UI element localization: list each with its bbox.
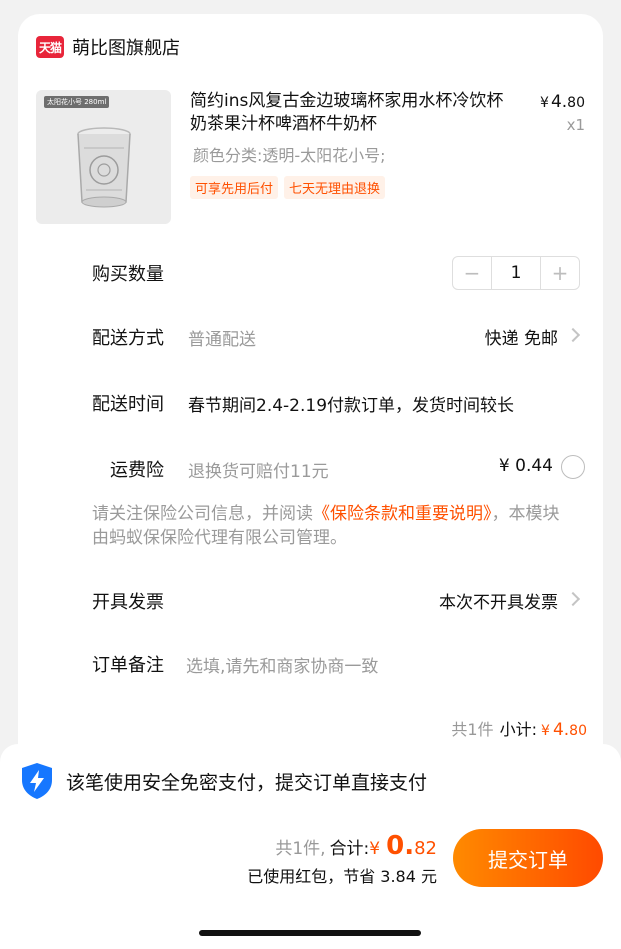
tmall-logo: 天猫: [36, 36, 64, 58]
shield-lightning-icon: [22, 763, 52, 799]
total-decimal: 82: [414, 838, 437, 859]
subtotal-currency: ¥: [541, 723, 550, 739]
subtotal-label: 小计:: [499, 720, 538, 739]
delivery-method-value[interactable]: 普通配送: [188, 325, 256, 350]
insurance-price: ¥ 0.44: [498, 456, 553, 476]
insurance-radio[interactable]: [561, 455, 585, 479]
total-currency: ¥: [369, 839, 381, 859]
chevron-right-icon[interactable]: [565, 591, 581, 607]
insurance-notice: 请关注保险公司信息，并阅读《保险条款和重要说明》，本模块由蚂蚁保保险代理有限公司…: [92, 502, 572, 550]
subtotal: 共1件 小计: ¥4.80: [451, 716, 587, 740]
tag-return: 七天无理由退换: [284, 176, 386, 199]
submit-order-button[interactable]: 提交订单: [453, 829, 603, 887]
subtotal-decimal: 80: [569, 723, 587, 739]
total-count: 共1件,: [275, 839, 326, 859]
glass-illustration: [77, 127, 131, 208]
delivery-time-value: 春节期间2.4-2.19付款订单，发货时间较长: [188, 396, 515, 416]
product-title[interactable]: 简约ins风复古金边玻璃杯家用水杯冷饮杯奶茶果汁杯啤酒杯牛奶杯: [190, 90, 510, 136]
price-currency: ¥: [540, 95, 549, 111]
price-decimal: 80: [567, 95, 585, 111]
secure-payment-text: 该笔使用安全免密支付，提交订单直接支付: [66, 772, 428, 794]
tag-pay-later: 可享先用后付: [190, 176, 279, 199]
remark-label: 订单备注: [92, 655, 164, 676]
delivery-method-right[interactable]: 快递 免邮: [485, 324, 558, 349]
invoice-value[interactable]: 本次不开具发票: [439, 588, 558, 613]
product-price: ¥4.80: [540, 92, 585, 112]
delivery-time-label: 配送时间: [92, 394, 164, 415]
product-image[interactable]: 太阳花小号 280ml: [36, 90, 171, 224]
product-quantity: x1: [566, 116, 585, 134]
store-name[interactable]: 萌比图旗舰店: [72, 34, 180, 60]
remark-input[interactable]: 选填,请先和商家协商一致: [186, 652, 378, 677]
notice-prefix: 请关注保险公司信息，并阅读: [92, 504, 313, 524]
invoice-label: 开具发票: [92, 592, 164, 613]
home-indicator[interactable]: [199, 930, 421, 936]
total-integer: 0.: [386, 831, 415, 861]
image-tag: 太阳花小号 280ml: [44, 96, 110, 108]
quantity-label: 购买数量: [92, 264, 164, 285]
decrease-button[interactable]: −: [453, 257, 491, 289]
quantity-value[interactable]: 1: [491, 257, 541, 289]
price-integer: 4.: [550, 92, 568, 112]
product-variant[interactable]: 颜色分类:透明-太阳花小号;: [193, 142, 386, 166]
insurance-terms-link[interactable]: 《保险条款和重要说明》: [313, 504, 492, 524]
chevron-right-icon[interactable]: [565, 327, 581, 343]
subtotal-integer: 4.: [552, 720, 570, 740]
total-label: 合计:: [329, 839, 370, 859]
total-line: 共1件, 合计:¥ 0.82: [275, 831, 437, 861]
checkout-bar: 共1件, 合计:¥ 0.82 已使用红包，节省 3.84 元 提交订单: [0, 819, 621, 949]
insurance-label: 运费险: [110, 460, 164, 481]
secure-payment-bar: 该笔使用安全免密支付，提交订单直接支付: [0, 744, 621, 819]
subtotal-count: 共1件: [451, 720, 494, 739]
delivery-method-label: 配送方式: [92, 328, 164, 349]
insurance-value: 退换货可赔付11元: [188, 462, 329, 482]
quantity-stepper[interactable]: − 1 +: [452, 256, 580, 290]
savings-text: 已使用红包，节省 3.84 元: [247, 867, 437, 886]
store-header[interactable]: 天猫 萌比图旗舰店: [36, 34, 180, 60]
increase-button[interactable]: +: [541, 257, 579, 289]
product-tags: 可享先用后付 七天无理由退换: [190, 176, 386, 199]
order-card: 天猫 萌比图旗舰店 太阳花小号 280ml 简约ins风复古金边玻璃杯家用水杯冷…: [18, 14, 603, 774]
